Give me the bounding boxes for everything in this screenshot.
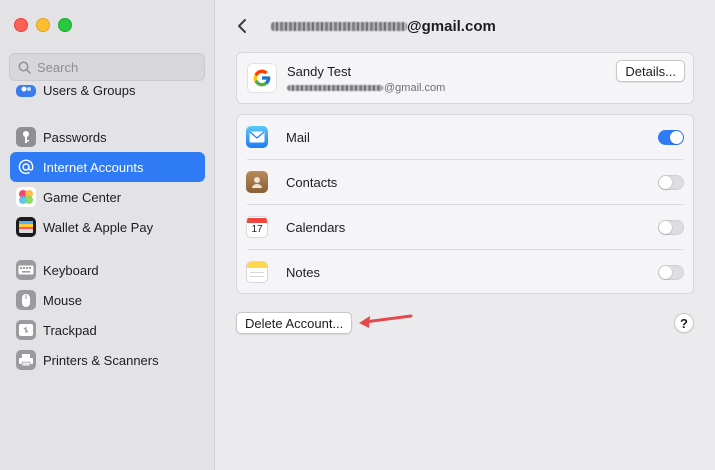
- header: @gmail.com: [237, 14, 496, 38]
- app-label: Mail: [286, 130, 310, 145]
- sidebar-item-label: Mouse: [43, 292, 83, 308]
- zoom-window-button[interactable]: [58, 18, 72, 32]
- trackpad-icon: [16, 320, 36, 340]
- app-row-contacts: Contacts: [237, 160, 693, 205]
- sidebar-item-label: Trackpad: [43, 322, 97, 338]
- page-title: @gmail.com: [271, 18, 496, 35]
- app-label: Contacts: [286, 175, 338, 190]
- mouse-icon: [16, 290, 36, 310]
- calendar-icon: 17: [246, 216, 268, 238]
- sidebar-item-passwords[interactable]: Passwords: [10, 122, 205, 152]
- redacted-username: [271, 21, 407, 31]
- users-groups-icon: [16, 85, 36, 97]
- app-row-notes: Notes: [237, 250, 693, 295]
- sidebar-item-game-center[interactable]: Game Center: [10, 182, 205, 212]
- app-label: Notes: [286, 265, 320, 280]
- apps-card: Mail Contacts 17 Calendars Notes: [236, 114, 694, 294]
- account-email-domain: @gmail.com: [384, 82, 446, 94]
- sidebar-item-label: Keyboard: [43, 262, 99, 278]
- search-icon: [18, 61, 31, 74]
- sidebar-item-label: Users & Groups: [43, 82, 136, 98]
- sidebar-item-label: Game Center: [43, 189, 122, 205]
- mail-icon: [246, 126, 268, 148]
- page-title-domain: @gmail.com: [407, 17, 496, 35]
- search-field[interactable]: [9, 53, 205, 81]
- search-input[interactable]: [37, 59, 187, 75]
- sidebar-item-label: Wallet & Apple Pay: [43, 219, 154, 235]
- game-center-icon: [16, 187, 36, 207]
- sidebar-item-label: Internet Accounts: [43, 159, 144, 175]
- back-button[interactable]: [237, 14, 257, 38]
- sidebar: Users & Groups Passwords Internet Accoun…: [0, 0, 215, 470]
- sidebar-item-label: Passwords: [43, 129, 107, 145]
- app-label: Calendars: [286, 220, 346, 235]
- app-row-mail: Mail: [237, 115, 693, 160]
- account-name: Sandy Test: [287, 64, 352, 79]
- notes-icon: [246, 261, 268, 283]
- chevron-left-icon: [238, 19, 246, 33]
- sidebar-item-users-groups[interactable]: Users & Groups: [10, 80, 205, 110]
- details-button[interactable]: Details...: [616, 60, 685, 82]
- at-sign-icon: [16, 157, 36, 177]
- key-icon: [16, 127, 36, 147]
- main-pane: @gmail.com Sandy Test @gmail.com Details…: [215, 0, 715, 470]
- account-card: Sandy Test @gmail.com Details...: [236, 52, 694, 104]
- minimize-window-button[interactable]: [36, 18, 50, 32]
- calendars-toggle[interactable]: [658, 220, 684, 235]
- contacts-toggle[interactable]: [658, 175, 684, 190]
- mail-toggle[interactable]: [658, 130, 684, 145]
- app-row-calendars: 17 Calendars: [237, 205, 693, 250]
- sidebar-item-mouse[interactable]: Mouse: [10, 285, 205, 315]
- sidebar-item-keyboard[interactable]: Keyboard: [10, 255, 205, 285]
- calendar-day-text: 17: [251, 223, 263, 235]
- keyboard-icon: [16, 260, 36, 280]
- notes-toggle[interactable]: [658, 265, 684, 280]
- account-email: @gmail.com: [287, 82, 445, 94]
- annotation-arrow-icon: [359, 314, 413, 328]
- help-button[interactable]: ?: [674, 313, 694, 333]
- sidebar-item-wallet[interactable]: Wallet & Apple Pay: [10, 212, 205, 242]
- contacts-icon: [246, 171, 268, 193]
- sidebar-item-label: Printers & Scanners: [43, 352, 159, 368]
- sidebar-item-printers-scanners[interactable]: Printers & Scanners: [10, 345, 205, 375]
- printer-icon: [16, 350, 36, 370]
- delete-account-button[interactable]: Delete Account...: [236, 312, 353, 334]
- wallet-icon: [16, 217, 36, 237]
- sidebar-item-trackpad[interactable]: Trackpad: [10, 315, 205, 345]
- system-settings-window: Users & Groups Passwords Internet Accoun…: [0, 0, 715, 470]
- traffic-lights: [14, 18, 72, 32]
- redacted-email-user: [287, 85, 383, 91]
- close-window-button[interactable]: [14, 18, 28, 32]
- sidebar-item-internet-accounts[interactable]: Internet Accounts: [10, 152, 205, 182]
- google-icon: [247, 63, 277, 93]
